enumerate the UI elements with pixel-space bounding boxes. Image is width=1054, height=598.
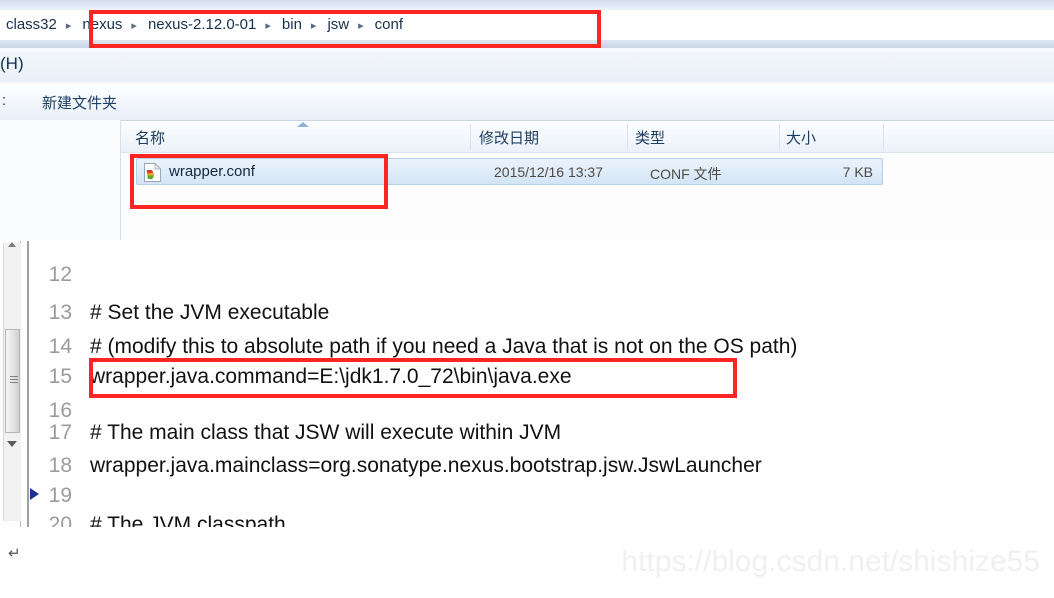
line-text[interactable]: # Set the JVM executable [90,301,329,325]
column-header-modified[interactable]: 修改日期 [479,127,539,148]
file-size-cell: 7 KB [842,164,873,180]
column-divider[interactable] [883,124,884,150]
breadcrumb-item-class32[interactable]: class32 [0,15,61,35]
java-command-line-highlight [89,358,737,398]
scrollbar-thumb[interactable] [5,329,20,433]
column-header-row: 名称 修改日期 类型 大小 [121,120,1054,153]
line-text[interactable]: # (modify this to absolute path if you n… [90,335,797,359]
scroll-down-arrow-icon[interactable] [7,441,17,447]
new-folder-button[interactable]: 新建文件夹 [42,92,117,113]
column-divider[interactable] [779,124,780,150]
chevron-right-icon: ▸ [65,19,72,32]
line-number: 15 [48,365,72,388]
column-header-name[interactable]: 名称 [135,127,165,148]
line-number: 13 [48,301,72,324]
column-header-type[interactable]: 类型 [635,127,665,148]
navigation-pane[interactable] [0,120,121,240]
line-text[interactable]: wrapper.java.mainclass=org.sonatype.nexu… [90,454,762,478]
scroll-up-arrow-icon[interactable] [8,242,16,247]
menu-bar-row: (H) [0,52,1054,82]
file-row-highlight [130,154,388,209]
page-footer-strip: ↵ https://blog.csdn.net/shishize55 [0,531,1054,598]
line-number: 19 [48,484,72,507]
column-divider[interactable] [470,124,471,150]
editor-pane-border [27,241,29,531]
line-number: 18 [48,454,72,477]
line-number: 17 [48,421,72,444]
column-divider[interactable] [627,124,628,150]
vertical-scrollbar[interactable] [3,242,21,521]
file-type-cell: CONF 文件 [650,166,722,182]
line-number: 16 [48,399,72,422]
bottom-clip-mask [0,527,1054,531]
editor-left-gutter [0,241,21,531]
top-clip-mask [32,241,1054,255]
explorer-toolbar: : 新建文件夹 [0,84,1054,121]
line-text[interactable]: # The main class that JSW will execute w… [90,421,561,445]
column-header-size[interactable]: 大小 [786,127,816,148]
file-modified-cell: 2015/12/16 13:37 [494,164,603,180]
line-number: 14 [48,335,72,358]
sort-ascending-icon [297,122,309,127]
paragraph-mark-icon: ↵ [8,545,21,562]
window-top-edge [0,0,1054,8]
menu-item-help-remnant[interactable]: (H) [0,54,24,74]
line-number: 12 [48,263,72,286]
watermark-text: https://blog.csdn.net/shishize55 [621,545,1040,578]
toolbar-separator-remnant: : [2,92,7,109]
breadcrumb-path-highlight [89,10,601,48]
scrollbar-grip-icon [10,376,18,384]
